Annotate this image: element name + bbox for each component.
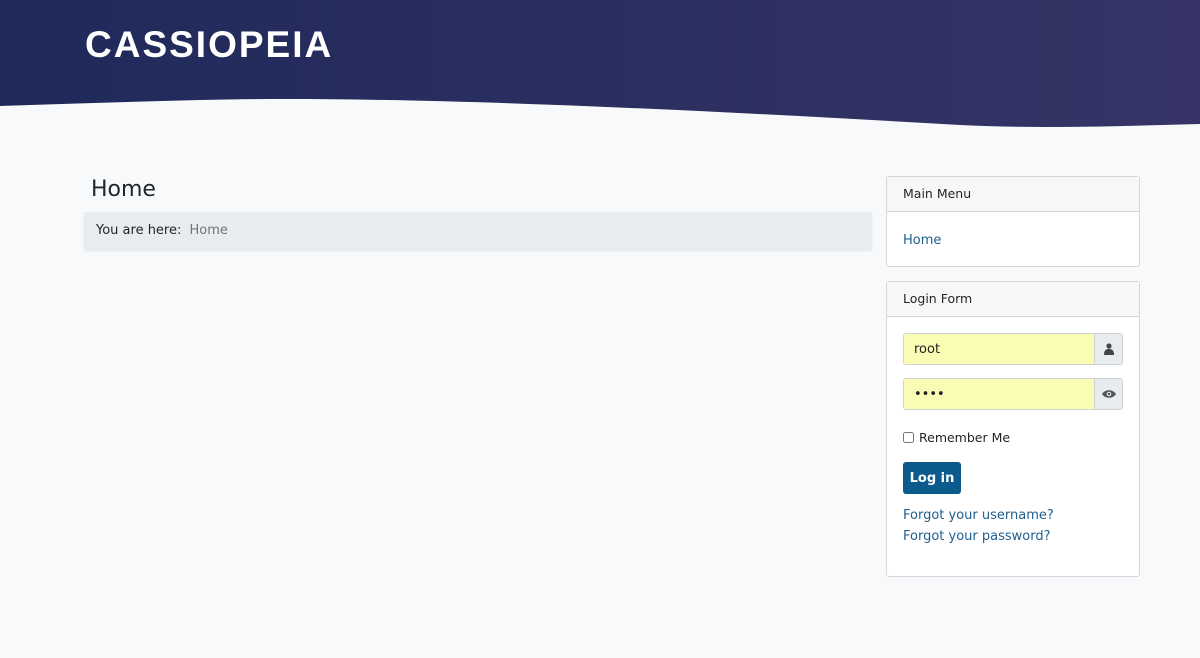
main-menu-module: Main Menu Home [886, 176, 1140, 267]
remember-me-checkbox[interactable] [903, 432, 914, 443]
breadcrumb-current: Home [189, 223, 228, 238]
eye-icon[interactable] [1094, 379, 1122, 409]
password-field [903, 378, 1123, 410]
breadcrumb: You are here: Home [84, 212, 872, 250]
forgot-password-link[interactable]: Forgot your password? [903, 529, 1051, 544]
password-input[interactable] [904, 379, 1094, 409]
user-icon [1094, 334, 1122, 364]
login-button[interactable]: Log in [903, 462, 961, 494]
page-title: Home [91, 177, 156, 202]
forgot-username-link[interactable]: Forgot your username? [903, 508, 1054, 523]
menu-item-home[interactable]: Home [903, 233, 941, 248]
main-menu-title: Main Menu [887, 177, 1139, 212]
username-input[interactable] [904, 334, 1094, 364]
login-form-title: Login Form [887, 282, 1139, 317]
remember-me[interactable]: Remember Me [903, 430, 1010, 445]
username-field [903, 333, 1123, 365]
remember-me-label: Remember Me [919, 430, 1011, 445]
site-logo[interactable]: CASSIOPEIA [85, 24, 333, 66]
breadcrumb-prefix: You are here: [96, 223, 182, 238]
header-wave-background [0, 0, 1200, 127]
site-header: CASSIOPEIA [0, 0, 1200, 140]
login-form-module: Login Form Remember Me Log in Forgot you… [886, 281, 1140, 577]
